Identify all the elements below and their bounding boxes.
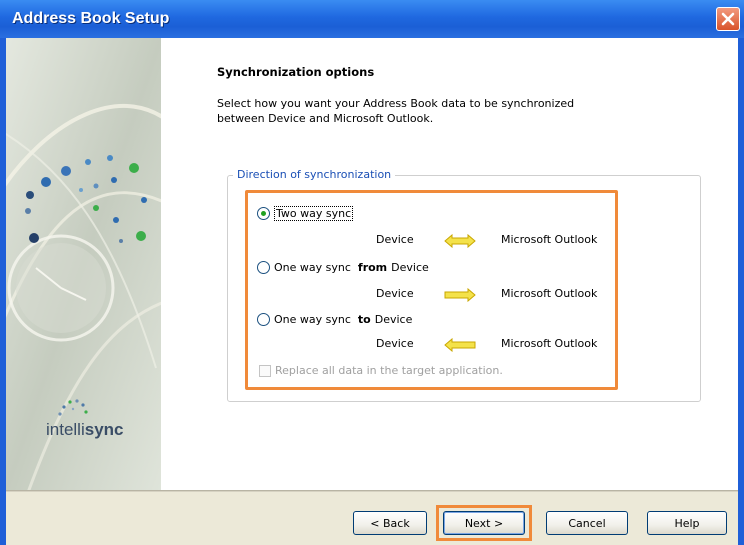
outlook-label: Microsoft Outlook (501, 337, 598, 350)
bidirectional-arrow-icon (444, 234, 476, 248)
radio-label-tail: Device (391, 261, 429, 274)
direction-row-to-device: Device Microsoft Outlook (376, 337, 616, 353)
radio-two-way-sync[interactable]: Two way sync (257, 206, 354, 221)
wizard-side-banner: intellisync (6, 38, 161, 490)
radio-label-emphasis: from (357, 261, 388, 274)
left-arrow-icon (444, 338, 476, 352)
cancel-button-label: Cancel (568, 516, 606, 530)
radio-label-tail: Device (374, 313, 413, 326)
radio-selected-dot (261, 211, 266, 216)
back-button[interactable]: < Back (353, 511, 427, 535)
outlook-label: Microsoft Outlook (501, 287, 598, 300)
radio-button[interactable] (257, 261, 270, 274)
radio-label: One way sync (274, 261, 351, 274)
device-label: Device (376, 337, 414, 350)
intellisync-logo: intellisync (46, 398, 156, 458)
title-bar: Address Book Setup (0, 0, 744, 38)
close-button[interactable] (716, 7, 740, 31)
device-label: Device (376, 233, 414, 246)
window-frame-right (738, 38, 744, 545)
window-title: Address Book Setup (12, 10, 170, 27)
radio-label: One way sync (274, 313, 351, 326)
replace-data-checkbox-row[interactable]: Replace all data in the target applicati… (259, 364, 503, 377)
radio-button[interactable] (257, 313, 270, 326)
radio-label-emphasis: to (357, 313, 371, 326)
radio-one-way-to-device[interactable]: One way sync to Device (257, 313, 412, 326)
right-arrow-icon (444, 288, 476, 302)
back-button-label: < Back (370, 516, 410, 530)
radio-button[interactable] (257, 207, 270, 220)
page-heading: Synchronization options (217, 65, 375, 79)
next-button[interactable]: Next > (443, 511, 525, 535)
wizard-content: Synchronization options Select how you w… (161, 38, 738, 490)
logo-text-light: intelli (46, 420, 85, 439)
wizard-button-bar: < Back Next > Cancel Help (6, 492, 738, 545)
logo-text-bold: sync (84, 420, 124, 439)
cancel-button[interactable]: Cancel (546, 511, 628, 535)
direction-row-two-way: Device Microsoft Outlook (376, 233, 616, 249)
direction-row-from-device: Device Microsoft Outlook (376, 287, 616, 303)
next-button-label: Next > (464, 516, 504, 530)
device-label: Device (376, 287, 414, 300)
direction-group-legend: Direction of synchronization (233, 168, 396, 181)
help-button-label: Help (674, 516, 700, 530)
radio-one-way-from-device[interactable]: One way sync from Device (257, 261, 429, 274)
replace-data-checkbox[interactable] (259, 364, 271, 377)
close-icon (721, 12, 735, 26)
outlook-label: Microsoft Outlook (501, 233, 598, 246)
help-button[interactable]: Help (647, 511, 727, 535)
replace-data-label: Replace all data in the target applicati… (275, 364, 503, 377)
radio-label: Two way sync (274, 206, 354, 221)
intellisync-dots-logo (58, 399, 88, 416)
page-description: Select how you want your Address Book da… (217, 97, 575, 125)
